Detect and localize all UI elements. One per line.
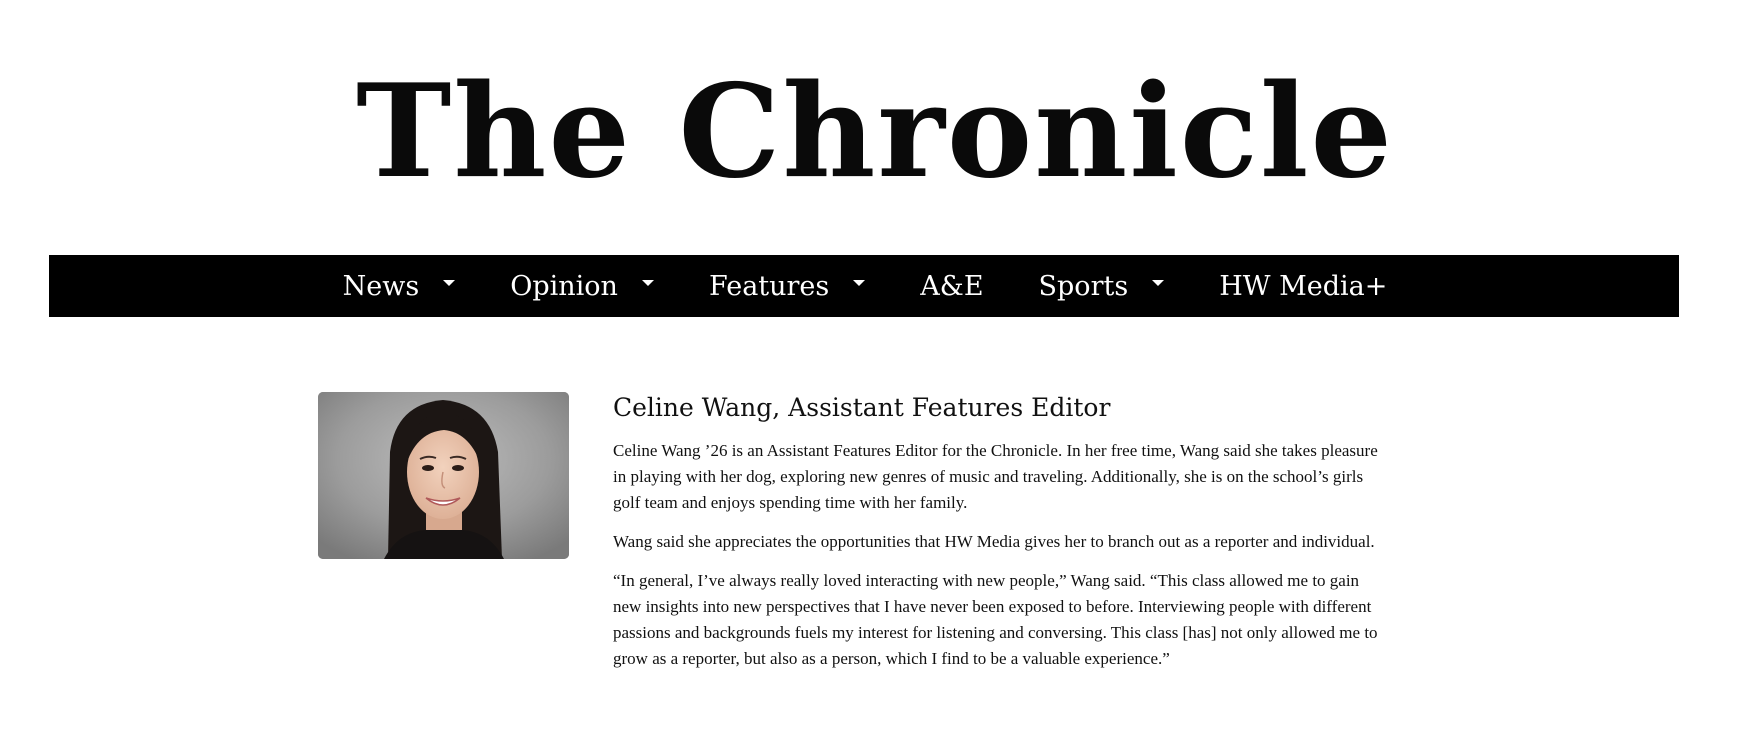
nav-item-ae[interactable]: A&E xyxy=(920,255,983,317)
bio-paragraph: “In general, I’ve always really loved in… xyxy=(613,571,1378,668)
site-logo[interactable]: The Chronicle xyxy=(356,42,1392,222)
nav-item-hw-media[interactable]: HW Media+ xyxy=(1219,255,1387,317)
caret-down-icon[interactable] xyxy=(641,280,654,286)
nav-item-label[interactable]: HW Media+ xyxy=(1219,271,1387,302)
bio-paragraph: Celine Wang ’26 is an Assistant Features… xyxy=(613,441,1378,512)
nav-item-label[interactable]: Sports xyxy=(1039,271,1129,302)
profile-bio: Celine Wang, Assistant Features Editor C… xyxy=(613,392,1388,685)
caret-down-icon[interactable] xyxy=(1152,280,1165,286)
profile-name-heading: Celine Wang, Assistant Features Editor xyxy=(613,393,1111,422)
caret-down-icon[interactable] xyxy=(443,280,456,286)
bio-paragraph: Wang said she appreciates the opportunit… xyxy=(613,532,1375,551)
nav-list: News Opinion Features A&E Sports HW Medi… xyxy=(343,255,1388,317)
masthead: The Chronicle xyxy=(0,0,1751,255)
nav-item-label[interactable]: News xyxy=(343,271,420,302)
nav-item-label[interactable]: A&E xyxy=(920,271,983,302)
profile-photo xyxy=(318,392,569,559)
caret-down-icon[interactable] xyxy=(853,280,866,286)
nav-item-features[interactable]: Features xyxy=(709,255,866,317)
nav-item-opinion[interactable]: Opinion xyxy=(510,255,654,317)
nav-item-label[interactable]: Opinion xyxy=(510,271,618,302)
nav-item-label[interactable]: Features xyxy=(709,271,829,302)
nav-item-sports[interactable]: Sports xyxy=(1039,255,1165,317)
main-navigation: News Opinion Features A&E Sports HW Medi… xyxy=(49,255,1679,317)
nav-item-news[interactable]: News xyxy=(343,255,456,317)
portrait-image xyxy=(318,392,569,559)
